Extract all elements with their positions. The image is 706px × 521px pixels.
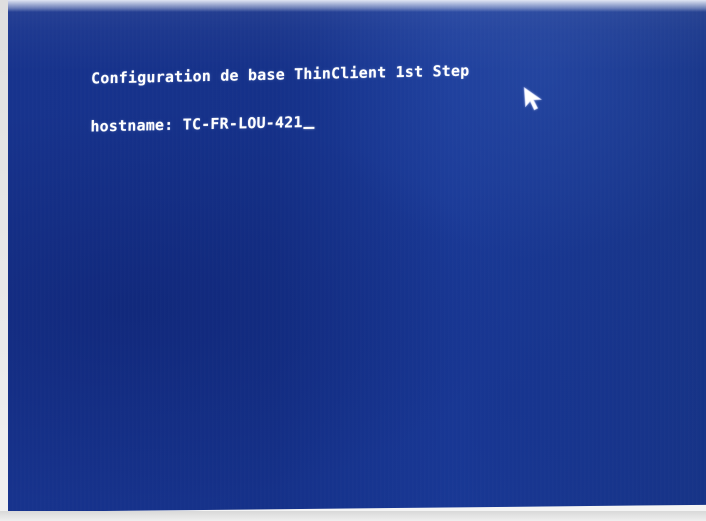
photo-frame: Configuration de base ThinClient 1st Ste… (0, 0, 706, 521)
setup-title-line: Configuration de base ThinClient 1st Ste… (17, 42, 677, 88)
hostname-spacer (173, 116, 182, 134)
monitor-left-bezel (0, 0, 8, 521)
hostname-input-line[interactable]: hostname: TC-FR-LOU-421 (17, 90, 677, 136)
hostname-value[interactable]: TC-FR-LOU-421 (183, 113, 303, 134)
terminal-output: Configuration de base ThinClient 1st Ste… (17, 10, 678, 136)
console-screen: Configuration de base ThinClient 1st Ste… (8, 0, 706, 512)
mouse-pointer-icon (523, 86, 542, 111)
screen-glare (8, 0, 706, 12)
text-cursor-icon (303, 126, 315, 130)
monitor-bottom-bezel (0, 511, 706, 521)
setup-title: Configuration de base ThinClient 1st Ste… (90, 61, 470, 88)
hostname-label: hostname: (90, 115, 174, 136)
